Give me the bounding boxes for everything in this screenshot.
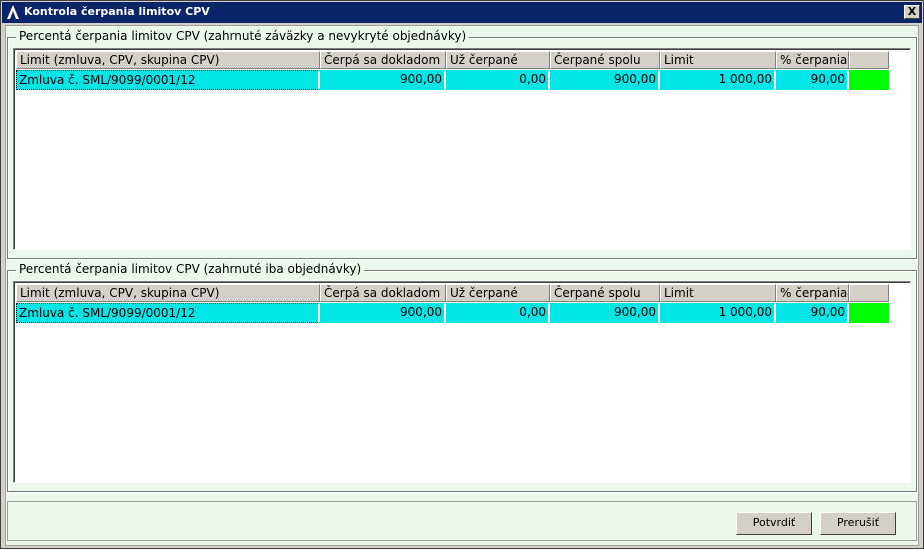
status-indicator [849,303,889,323]
cell-percent[interactable]: 90,00 [776,70,849,90]
cell-cerpa[interactable]: 900,00 [320,303,446,323]
limits-grid[interactable]: Limit (zmluva, CPV, skupina CPV) Čerpá s… [13,281,911,483]
column-header-limit[interactable]: Limit (zmluva, CPV, skupina CPV) [16,51,320,69]
column-header-cerpa[interactable]: Čerpá sa dokladom [320,284,446,302]
cancel-button[interactable]: Prerušiť [820,512,896,535]
cell-limit[interactable]: Zmluva č. SML/9099/0001/12 [16,70,320,90]
cell-limit[interactable]: Zmluva č. SML/9099/0001/12 [16,303,320,323]
title-bar[interactable]: Kontrola čerpania limitov CPV X [2,2,922,23]
group-title: Percentá čerpania limitov CPV (zahrnuté … [16,262,365,276]
group-iba-objednavky: Percentá čerpania limitov CPV (zahrnuté … [7,262,917,492]
dialog-window: Kontrola čerpania limitov CPV X Percentá… [0,0,924,549]
column-header-status[interactable] [849,51,889,69]
confirm-button[interactable]: Potvrdiť [736,512,812,535]
column-header-cerpane-spolu[interactable]: Čerpané spolu [550,284,660,302]
cell-cerpane-spolu[interactable]: 900,00 [550,70,660,90]
window-title: Kontrola čerpania limitov CPV [24,5,210,18]
cell-uz-cerpane[interactable]: 0,00 [446,70,550,90]
group-title: Percentá čerpania limitov CPV (zahrnuté … [16,29,470,43]
column-header-limit[interactable]: Limit (zmluva, CPV, skupina CPV) [16,284,320,302]
column-header-percent[interactable]: % čerpania [776,51,849,69]
cell-limit-value[interactable]: 1 000,00 [660,303,776,323]
cell-percent[interactable]: 90,00 [776,303,849,323]
column-header-percent[interactable]: % čerpania [776,284,849,302]
column-header-limit-value[interactable]: Limit [660,284,776,302]
table-row[interactable]: Zmluva č. SML/9099/0001/12 900,00 0,00 9… [16,303,889,323]
column-header-uz-cerpane[interactable]: Už čerpané [446,51,550,69]
table-row[interactable]: Zmluva č. SML/9099/0001/12 900,00 0,00 9… [16,70,889,90]
cell-uz-cerpane[interactable]: 0,00 [446,303,550,323]
grid-header: Limit (zmluva, CPV, skupina CPV) Čerpá s… [16,284,889,302]
column-header-uz-cerpane[interactable]: Už čerpané [446,284,550,302]
column-header-cerpane-spolu[interactable]: Čerpané spolu [550,51,660,69]
column-header-limit-value[interactable]: Limit [660,51,776,69]
grid-header: Limit (zmluva, CPV, skupina CPV) Čerpá s… [16,51,889,69]
limits-grid[interactable]: Limit (zmluva, CPV, skupina CPV) Čerpá s… [13,48,911,250]
column-header-cerpa[interactable]: Čerpá sa dokladom [320,51,446,69]
status-indicator [849,70,889,90]
cell-limit-value[interactable]: 1 000,00 [660,70,776,90]
cell-cerpane-spolu[interactable]: 900,00 [550,303,660,323]
cell-cerpa[interactable]: 900,00 [320,70,446,90]
button-panel: Potvrdiť Prerušiť [7,501,917,541]
close-button[interactable]: X [904,5,920,19]
app-logo-icon [5,4,21,20]
column-header-status[interactable] [849,284,889,302]
group-zavazky-objednavky: Percentá čerpania limitov CPV (zahrnuté … [7,29,917,259]
